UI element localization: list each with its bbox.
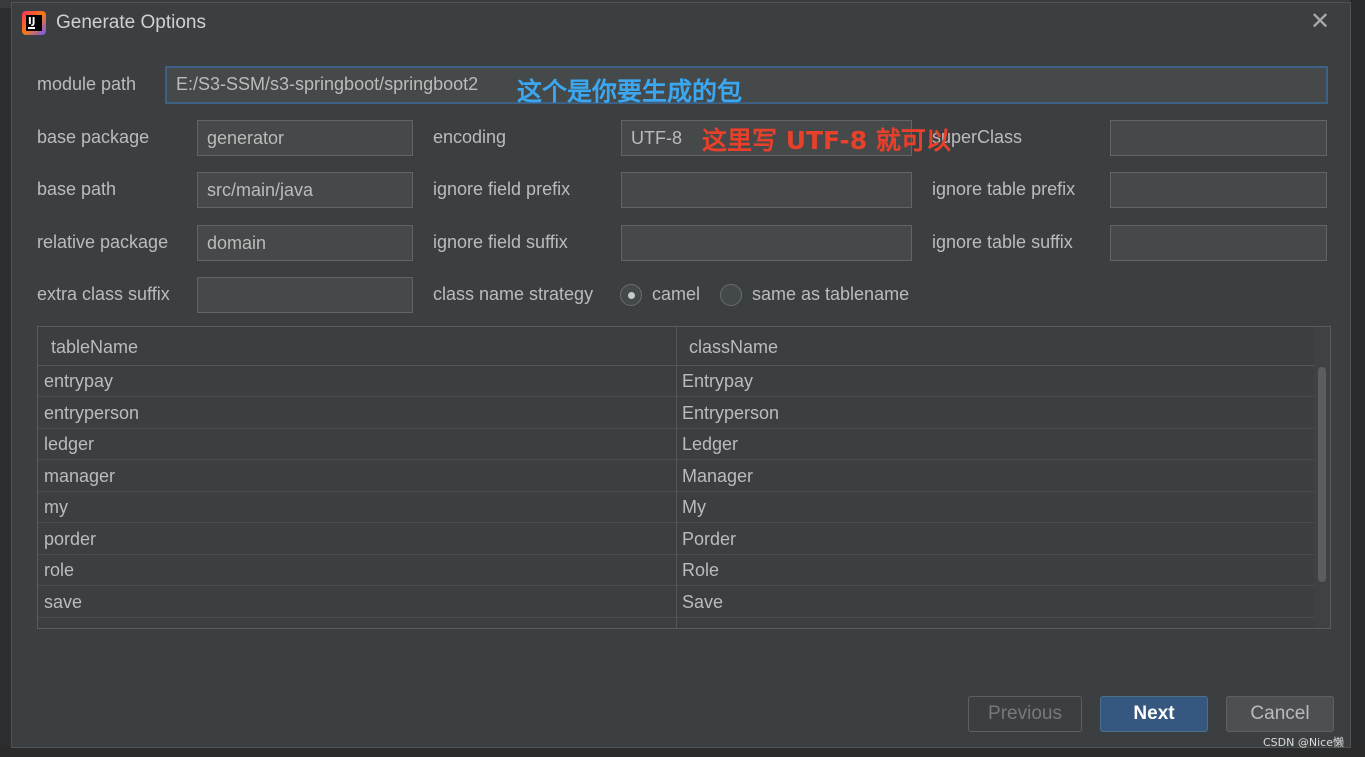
cell-tablename: entryperson — [44, 403, 140, 423]
ignore-table-suffix-input[interactable] — [1110, 225, 1327, 261]
close-icon[interactable]: ✕ — [1310, 10, 1330, 34]
radio-camel[interactable] — [620, 284, 642, 306]
csdn-watermark: CSDN @Nice懒 — [1263, 736, 1344, 749]
cell-tablename: role — [44, 560, 75, 580]
cell-classname[interactable]: My — [682, 491, 706, 522]
cell-classname[interactable]: Entrypay — [682, 365, 753, 396]
dialog-title: Generate Options — [56, 12, 206, 33]
ignore-table-suffix-label: ignore table suffix — [932, 232, 1073, 252]
encoding-annotation: 这里写 UTF-8 就可以 — [702, 126, 951, 155]
previous-button[interactable]: Previous — [968, 696, 1082, 732]
cell-classname[interactable]: Save — [682, 586, 723, 617]
intellij-app-icon: IJ — [22, 11, 46, 35]
cell-classname[interactable]: Entryperson — [682, 397, 779, 428]
radio-same-as-tablename[interactable] — [720, 284, 742, 306]
ignore-field-suffix-label: ignore field suffix — [433, 232, 568, 252]
column-separator[interactable] — [676, 327, 677, 628]
module-path-label: module path — [37, 74, 137, 94]
table-vertical-scrollbar[interactable] — [1314, 327, 1330, 628]
cell-classname[interactable]: Role — [682, 554, 719, 585]
ignore-field-prefix-label: ignore field prefix — [433, 179, 571, 199]
background-window-edge — [1350, 0, 1365, 757]
class-name-strategy-label: class name strategy — [433, 284, 594, 304]
cell-tablename: my — [44, 497, 68, 517]
cell-tablename: ledger — [44, 434, 95, 454]
cell-tablename: save — [44, 592, 83, 612]
cell-classname[interactable]: Porder — [682, 523, 736, 554]
table-mapping: tableName className entrypay Entrypay en… — [37, 326, 1331, 629]
super-class-input[interactable] — [1110, 120, 1327, 156]
cell-tablename: entrypay — [44, 371, 114, 391]
cell-classname[interactable]: Manager — [682, 460, 753, 491]
cell-tablename: porder — [44, 529, 97, 549]
relative-package-label: relative package — [37, 232, 169, 252]
extra-class-suffix-label: extra class suffix — [37, 284, 170, 304]
ignore-field-suffix-input[interactable] — [621, 225, 912, 261]
module-path-input[interactable]: E:/S3-SSM/s3-springboot/springboot2 — [165, 66, 1328, 104]
base-path-label: base path — [37, 179, 117, 199]
cell-tablename: manager — [44, 466, 116, 486]
ignore-field-prefix-input[interactable] — [621, 172, 912, 208]
encoding-label: encoding — [433, 127, 507, 147]
next-button[interactable]: Next — [1100, 696, 1208, 732]
radio-camel-label[interactable]: camel — [652, 284, 700, 305]
radio-selected-dot — [628, 292, 635, 299]
ignore-table-prefix-label: ignore table prefix — [932, 179, 1076, 199]
module-path-annotation: 这个是你要生成的包 — [517, 77, 743, 106]
column-header-tablename[interactable]: tableName — [51, 327, 138, 365]
base-package-label: base package — [37, 127, 150, 147]
base-package-input[interactable]: generator — [197, 120, 413, 156]
relative-package-input[interactable]: domain — [197, 225, 413, 261]
base-path-input[interactable]: src/main/java — [197, 172, 413, 208]
scrollbar-thumb[interactable] — [1318, 367, 1326, 582]
column-header-classname[interactable]: className — [689, 327, 778, 365]
extra-class-suffix-input[interactable] — [197, 277, 413, 313]
radio-same-as-tablename-label[interactable]: same as tablename — [752, 284, 909, 305]
cancel-button[interactable]: Cancel — [1226, 696, 1334, 732]
cell-classname[interactable]: Ledger — [682, 428, 738, 459]
ignore-table-prefix-input[interactable] — [1110, 172, 1327, 208]
